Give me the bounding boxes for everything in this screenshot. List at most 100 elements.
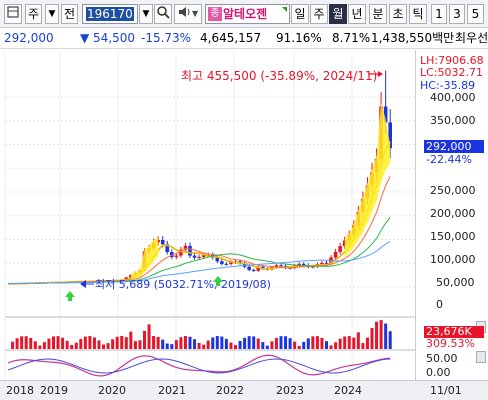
volume-bar — [124, 337, 128, 349]
volume-bar — [24, 336, 28, 349]
volume-bar — [293, 341, 297, 349]
volume-bar — [229, 342, 233, 349]
candle-body — [160, 239, 165, 245]
volume-bar — [365, 337, 369, 349]
volume-bar — [284, 336, 288, 349]
y-tick-0: 0 — [436, 298, 443, 311]
volume-bar — [202, 344, 206, 349]
x-tick-2024: 2024 — [334, 384, 362, 397]
buy-signal-up-arrow-icon — [65, 291, 75, 301]
volume-bar — [306, 338, 310, 349]
candle-body — [301, 263, 306, 266]
volume-bar — [343, 336, 347, 349]
volume-bar — [375, 321, 379, 349]
volume-bar — [288, 338, 292, 349]
volume-bar — [33, 341, 37, 349]
volume-bar — [38, 345, 42, 349]
volume-bar — [183, 336, 187, 349]
volume-bar — [179, 337, 183, 349]
volume-bar — [211, 337, 215, 349]
y-tick-200000: 200,000 — [430, 207, 476, 220]
low-price-annotation: 최저 5,689 (5032.71%, 2019/08) — [95, 278, 271, 291]
volume-bar — [224, 338, 228, 349]
volume-bar — [29, 337, 33, 349]
y-tick-400000: 400,000 — [430, 91, 476, 104]
x-axis: 2018 2019 2020 2021 2022 2023 2024 11/01 — [0, 380, 488, 400]
candle-body — [192, 255, 197, 258]
volume-bar — [234, 345, 237, 349]
volume-bar — [70, 344, 74, 349]
volume-bar — [325, 341, 328, 349]
volume-bar — [338, 338, 342, 349]
volume-bar — [156, 336, 160, 349]
moving-average-line — [7, 217, 391, 285]
volume-bar — [152, 336, 156, 349]
volume-bar — [143, 330, 146, 349]
y-tick-350000: 350,000 — [430, 114, 476, 127]
volume-bar — [133, 341, 137, 349]
volume-bar — [102, 344, 106, 349]
high-price-annotation: 최고 455,500 (-35.89%, 2024/11) — [181, 69, 378, 83]
x-tick-2019: 2019 — [40, 384, 68, 397]
volume-bar — [261, 342, 265, 349]
volume-bar — [97, 340, 101, 349]
current-pct-label: -22.44% — [426, 153, 472, 166]
x-tick-2020: 2020 — [98, 384, 126, 397]
volume-bar — [252, 336, 256, 349]
candle-body — [279, 265, 283, 267]
volume-bar — [65, 340, 69, 349]
volume-bar — [329, 345, 333, 349]
volume-bar — [347, 336, 351, 349]
y-tick-100000: 100,000 — [430, 253, 476, 266]
volume-bar — [352, 337, 356, 349]
candle-body — [224, 263, 229, 265]
volume-bar — [147, 324, 151, 349]
oscillator-panel-toggle-button[interactable] — [476, 351, 486, 363]
y-tick-50000: 50,000 — [436, 276, 475, 289]
candle-body — [188, 245, 192, 256]
volume-bar — [370, 327, 374, 349]
volume-bar — [315, 336, 319, 349]
volume-bar — [320, 337, 324, 349]
candle-body — [220, 261, 224, 264]
volume-bar — [334, 342, 338, 349]
volume-bar — [188, 336, 192, 349]
volume-bar — [11, 341, 15, 349]
moving-average-line — [7, 141, 391, 285]
candle-body — [251, 269, 256, 271]
volume-bar — [111, 339, 115, 349]
volume-bar — [265, 345, 269, 349]
volume-bar — [311, 336, 315, 349]
volume-bar — [88, 336, 92, 349]
volume-bar — [215, 336, 219, 349]
volume-bar — [243, 337, 247, 349]
stock-chart-window: 주 ▼ 전 196170 ▼ ▼ 종 알테오젠 일 주 월 년 분 초 틱 1 3… — [0, 0, 488, 400]
volume-bar — [220, 336, 224, 349]
osc-tick-50: 50.00 — [426, 352, 458, 365]
volume-bar — [361, 343, 365, 349]
volume-bar — [274, 338, 278, 349]
x-tick-2021: 2021 — [158, 384, 186, 397]
volume-bar — [61, 337, 65, 349]
candle-body — [320, 262, 324, 265]
volume-bar — [129, 331, 133, 349]
x-tick-2023: 2023 — [276, 384, 304, 397]
lc-label: LC:5032.71 — [420, 66, 484, 79]
volume-bar — [15, 338, 19, 349]
volume-bar — [279, 336, 283, 349]
candle-body — [247, 266, 251, 270]
x-tick-2018: 2018 — [6, 384, 34, 397]
volume-bar — [238, 340, 242, 349]
volume-bar — [138, 340, 142, 349]
volume-bar — [379, 320, 383, 349]
volume-bar — [197, 343, 201, 349]
volume-bar — [302, 341, 306, 349]
volume-bar — [356, 332, 360, 349]
volume-bar — [92, 337, 96, 349]
volume-bar — [270, 341, 274, 349]
current-price-marker: 292,000 — [424, 140, 484, 153]
volume-pct-label: 309.53% — [426, 337, 475, 350]
low-arrow-icon — [80, 280, 94, 288]
volume-bar — [256, 338, 260, 349]
volume-bar — [47, 338, 51, 349]
